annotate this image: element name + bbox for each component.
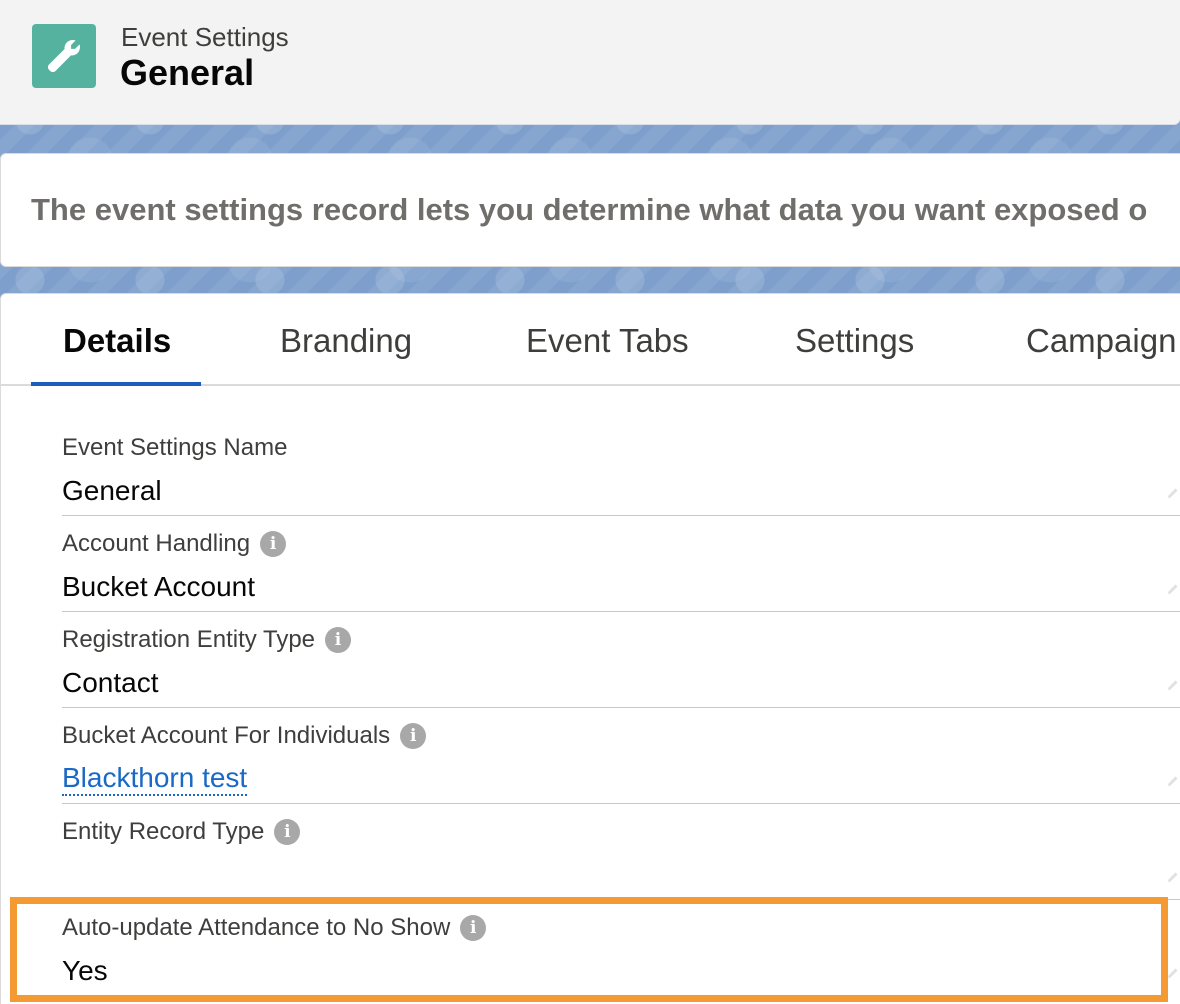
info-icon[interactable]: i: [460, 915, 487, 941]
tab-branding[interactable]: Branding: [280, 322, 412, 360]
field-label-text: Account Handling: [62, 530, 251, 557]
field-value: General: [62, 475, 162, 506]
field-value: Bucket Account: [62, 571, 256, 602]
field-auto-update-attendance: Auto-update Attendance to No Show i Yes: [62, 900, 1180, 996]
field-label-text: Auto-update Attendance to No Show: [62, 914, 451, 941]
tab-settings[interactable]: Settings: [795, 322, 914, 360]
field-label: Registration Entity Type i: [62, 626, 352, 654]
pencil-icon[interactable]: [1166, 486, 1180, 500]
field-event-settings-name: Event Settings Name General: [62, 420, 1180, 516]
field-registration-entity-type: Registration Entity Type i Contact: [62, 612, 1180, 708]
field-label-text: Event Settings Name: [62, 434, 288, 461]
field-entity-record-type: Entity Record Type i: [62, 804, 1180, 900]
field-account-handling: Account Handling i Bucket Account: [62, 516, 1180, 612]
tab-details[interactable]: Details: [63, 322, 171, 360]
field-label-text: Entity Record Type: [62, 818, 265, 845]
pencil-icon[interactable]: [1166, 774, 1180, 788]
field-label: Entity Record Type i: [62, 818, 301, 846]
description-text: The event settings record lets you deter…: [31, 192, 1148, 227]
info-icon[interactable]: i: [325, 627, 352, 653]
bucket-account-link[interactable]: Blackthorn test: [62, 762, 248, 796]
tab-bar: Details Branding Event Tabs Settings Cam…: [1, 294, 1180, 386]
description-card: The event settings record lets you deter…: [0, 153, 1180, 267]
pencil-icon[interactable]: [1166, 678, 1180, 692]
page-title: General: [120, 52, 255, 93]
page: Event Settings General The event setting…: [0, 0, 1180, 1004]
active-tab-indicator: [31, 382, 201, 386]
tab-event-tabs[interactable]: Event Tabs: [526, 322, 689, 360]
field-label: Event Settings Name: [62, 434, 287, 462]
field-label: Bucket Account For Individuals i: [62, 722, 427, 750]
page-header: Event Settings General: [0, 0, 1180, 125]
pencil-icon[interactable]: [1166, 966, 1180, 980]
info-icon[interactable]: i: [274, 819, 301, 845]
info-icon[interactable]: i: [400, 723, 427, 749]
field-label-text: Bucket Account For Individuals: [62, 722, 391, 749]
field-label: Auto-update Attendance to No Show i: [62, 914, 487, 942]
field-value: Contact: [62, 667, 159, 698]
object-type-label: Event Settings: [121, 22, 289, 52]
info-icon[interactable]: i: [260, 531, 287, 557]
wrench-icon: [32, 24, 96, 88]
field-value: Yes: [62, 955, 108, 986]
field-label-text: Registration Entity Type: [62, 626, 316, 653]
field-bucket-account-for-individuals: Bucket Account For Individuals i Blackth…: [62, 708, 1180, 804]
field-label: Account Handling i: [62, 530, 287, 558]
tab-campaign[interactable]: Campaign: [1026, 322, 1176, 360]
pencil-icon[interactable]: [1166, 870, 1180, 884]
pencil-icon[interactable]: [1166, 582, 1180, 596]
